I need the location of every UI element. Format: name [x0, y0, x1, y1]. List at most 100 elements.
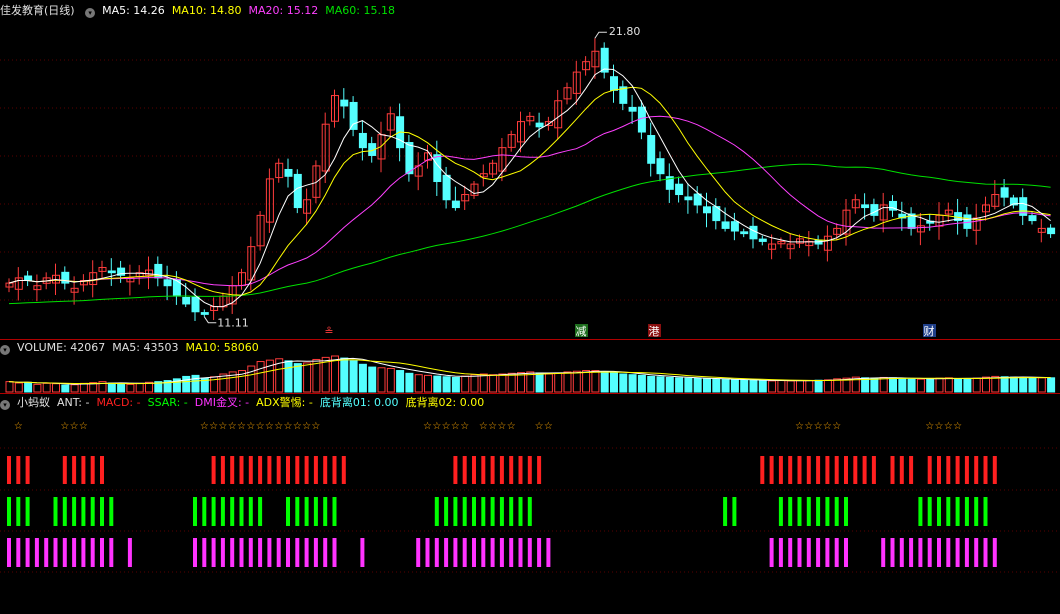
- ssar-signal-bar: [453, 497, 458, 526]
- candle-body: [163, 279, 172, 287]
- dmi-signal-bar: [425, 538, 430, 567]
- ssar-signal-bar: [946, 497, 951, 526]
- ssar-signal-bar: [295, 497, 300, 526]
- volume-bar: [610, 372, 618, 393]
- dmi-signal-bar: [825, 538, 830, 567]
- dmi-signal-bar: [890, 538, 895, 567]
- volume-bar: [284, 360, 293, 393]
- dmi-signal-bar: [193, 538, 197, 567]
- volume-bar: [247, 365, 256, 393]
- volume-bar: [889, 377, 897, 393]
- volume-bar: [340, 357, 349, 393]
- macd-signal-bar: [797, 456, 802, 484]
- dmi-signal-bar: [806, 538, 811, 567]
- ssar-signal-bar: [472, 497, 476, 526]
- volume-ma5-value: MA5: 43503: [112, 341, 179, 354]
- candle-body: [693, 193, 702, 206]
- ssar-signal-bar: [25, 497, 30, 526]
- ssar-signal-bar: [53, 497, 58, 526]
- ssar-signal-bar: [918, 497, 923, 526]
- dmi-signal-bar: [797, 538, 802, 567]
- dmi-signal-bar: [202, 538, 207, 567]
- ssar-signal-bar: [490, 497, 495, 526]
- candle-body: [684, 196, 693, 201]
- divergence02-value: 底背离02: 0.00: [405, 396, 485, 409]
- volume-bar: [665, 376, 674, 393]
- volume-bar: [1028, 377, 1037, 393]
- dmi-signal-bar: [472, 538, 476, 567]
- dmi-signal-bar: [434, 538, 439, 567]
- macd-signal-bar: [267, 456, 272, 484]
- ssar-signal-bar: [481, 497, 486, 526]
- macd-signal-bar: [806, 456, 811, 484]
- macd-signal-bar: [490, 456, 495, 484]
- ssar-signal-bar: [81, 497, 86, 526]
- dmi-signal-bar: [899, 538, 904, 567]
- volume-bar: [349, 360, 358, 393]
- macd-signal-bar: [825, 456, 830, 484]
- candle-body: [284, 168, 293, 177]
- ant-signal-icon: ☆: [823, 421, 832, 432]
- dmi-signal-bar: [62, 538, 67, 567]
- dmi-signal-bar: [127, 538, 132, 567]
- dmi-signal-bar: [323, 538, 328, 567]
- volume-bar: [396, 370, 405, 393]
- dmi-signal-bar: [332, 538, 337, 567]
- volume-bar: [107, 382, 116, 393]
- dmi-signal-bar: [844, 538, 848, 567]
- ant-signal-icon: ☆: [944, 421, 953, 432]
- macd-signal-bar: [537, 456, 542, 484]
- indicator-dropdown-icon[interactable]: [0, 400, 10, 410]
- volume-bar: [944, 377, 953, 393]
- ant-signal-icon: ☆: [795, 421, 804, 432]
- ssar-signal-bar: [62, 497, 67, 526]
- macd-signal-bar: [760, 456, 765, 484]
- ant-signal-icon: ☆: [200, 421, 209, 432]
- volume-bar: [433, 375, 442, 393]
- volume-bar: [823, 379, 832, 393]
- volume-bar: [684, 377, 693, 393]
- ma60-value: MA60: 15.18: [325, 4, 395, 17]
- volume-bar: [703, 378, 711, 393]
- macd-signal-bar: [248, 456, 253, 484]
- macd-signal-bar: [527, 456, 532, 484]
- volume-bar: [870, 377, 879, 393]
- ant-signal-icon: ☆: [293, 421, 302, 432]
- settings-dropdown-icon[interactable]: [85, 8, 96, 18]
- candle-body: [1000, 187, 1009, 198]
- dmi-signal-bar: [44, 538, 49, 567]
- dmi-signal-bar: [490, 538, 495, 567]
- ant-signal-icon: ☆: [460, 421, 469, 432]
- ssar-signal-bar: [974, 497, 979, 526]
- candle-body: [182, 296, 191, 305]
- macd-signal-bar: [90, 456, 95, 484]
- indicator-name: 小蚂蚁: [17, 396, 50, 409]
- ssar-signal-bar: [983, 497, 988, 526]
- dmi-signal-bar: [537, 538, 542, 567]
- volume-bar: [1019, 376, 1028, 393]
- stock-name: 佳发教育(日线): [0, 4, 75, 17]
- macd-signal-bar: [323, 456, 328, 484]
- volume-bar: [256, 361, 265, 393]
- volume-bar: [749, 379, 758, 393]
- volume-bar: [740, 379, 749, 393]
- volume-bar: [5, 381, 14, 393]
- volume-bar: [907, 378, 916, 393]
- candle-body: [758, 238, 767, 242]
- price-header: 佳发教育(日线) MA5: 14.26 MA10: 14.80 MA20: 15.1…: [0, 3, 402, 19]
- volume-bar: [730, 379, 739, 393]
- volume-dropdown-icon[interactable]: [0, 345, 10, 355]
- ssar-signal-bar: [444, 497, 449, 526]
- ssar-signal-bar: [955, 497, 960, 526]
- dmi-signal-bar: [499, 538, 504, 567]
- dmi-signal-bar: [444, 538, 449, 567]
- macd-signal-bar: [100, 456, 104, 484]
- candle-body: [442, 174, 451, 201]
- dmi-signal-bar: [453, 538, 458, 567]
- ant-signal-icon: ☆: [265, 421, 274, 432]
- dmi-signal-bar: [34, 538, 39, 567]
- volume-bar: [600, 371, 609, 393]
- candle-body: [405, 142, 414, 175]
- volume-bar: [898, 378, 907, 393]
- candle-body: [861, 204, 870, 209]
